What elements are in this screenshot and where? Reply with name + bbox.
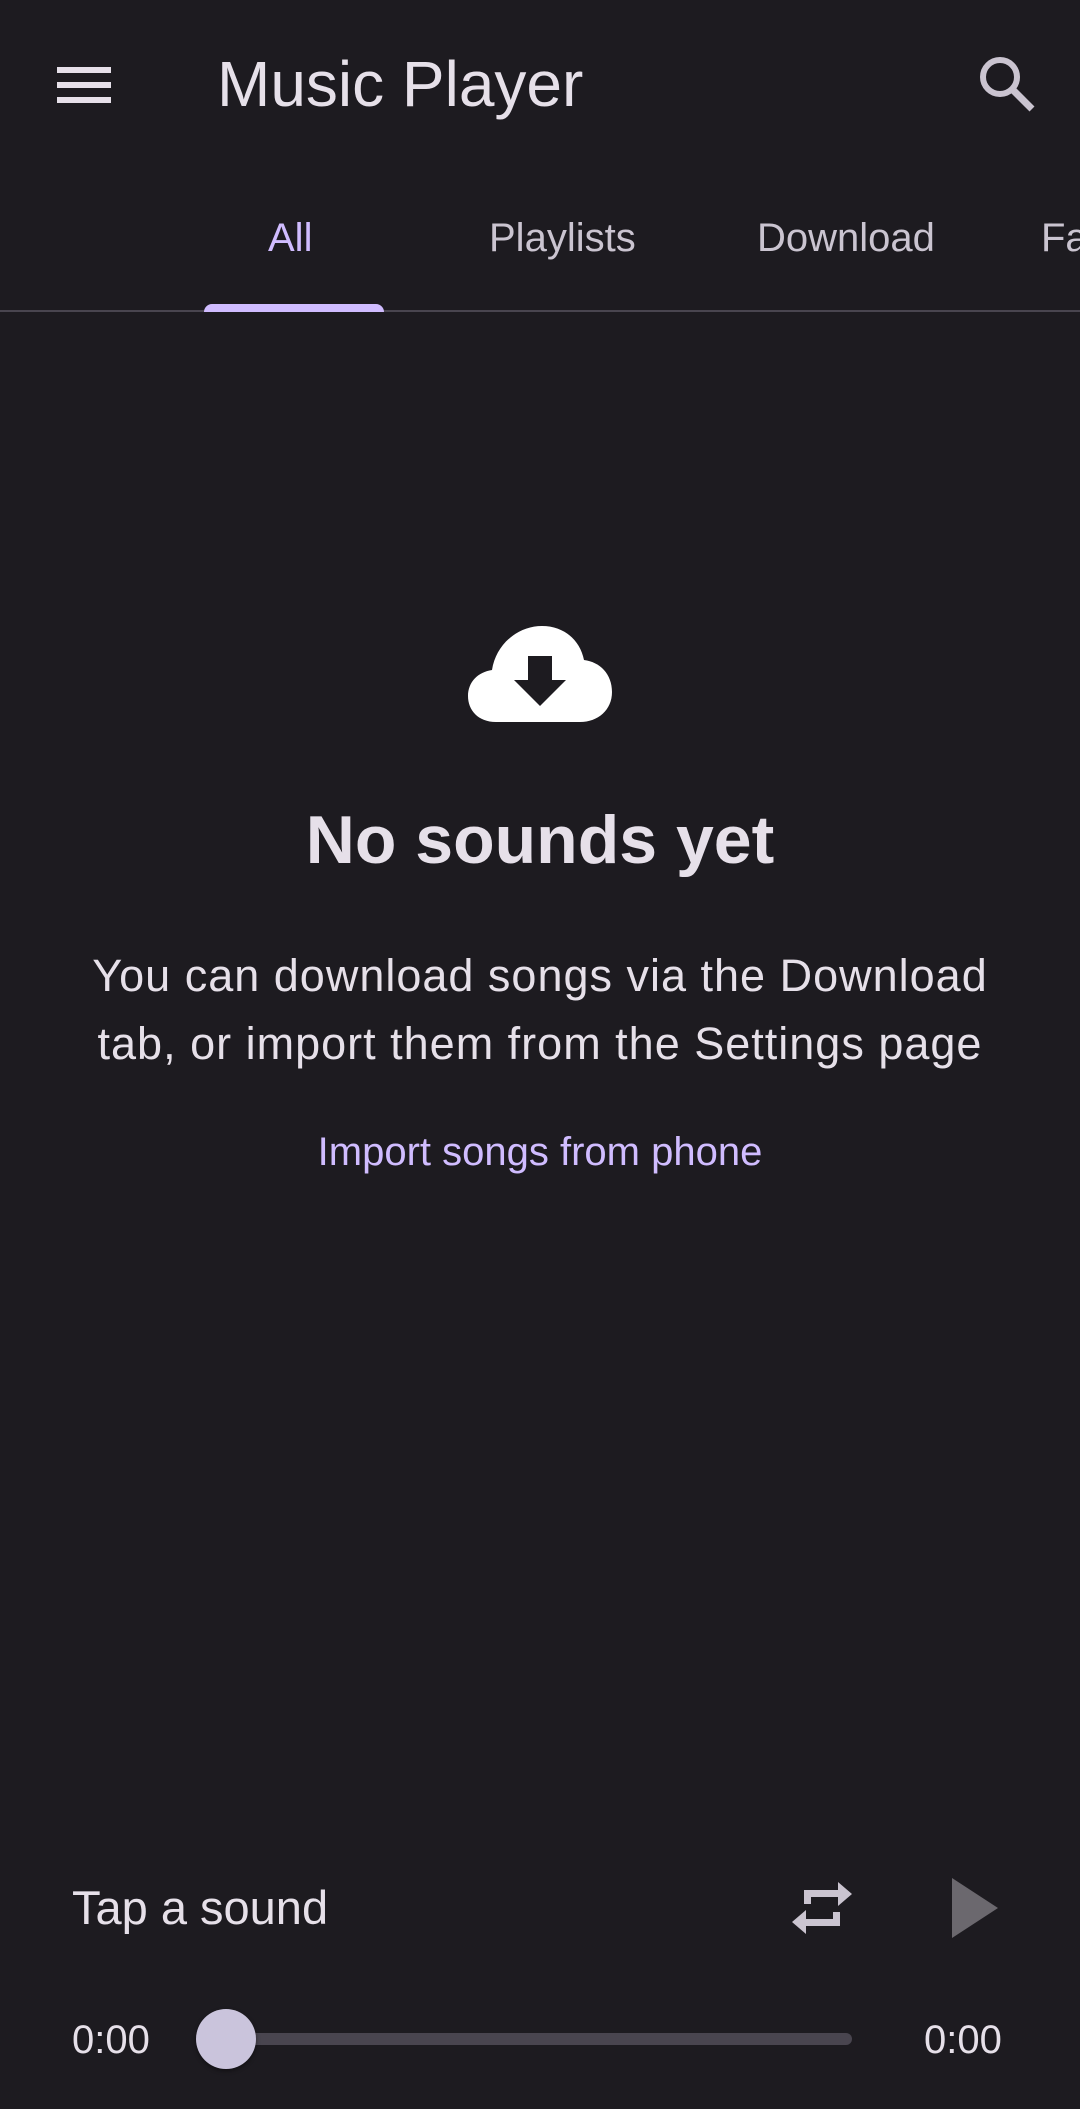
menu-button[interactable]	[40, 45, 128, 125]
tab-favorites[interactable]: Favorites	[1041, 190, 1080, 310]
play-button[interactable]	[932, 1868, 1016, 1948]
tab-download[interactable]: Download	[757, 190, 935, 310]
play-icon	[952, 1878, 998, 1938]
seek-track[interactable]	[226, 2033, 852, 2045]
repeat-button[interactable]	[780, 1870, 864, 1946]
duration-time: 0:00	[924, 2018, 1002, 2062]
top-app-bar: Music Player	[0, 0, 1080, 170]
cloud-download-icon	[468, 626, 612, 722]
now-playing-label: Tap a sound	[72, 1881, 329, 1934]
active-tab-indicator	[204, 304, 384, 312]
app-title: Music Player	[217, 48, 584, 120]
repeat-icon	[792, 1882, 852, 1934]
import-songs-button[interactable]: Import songs from phone	[0, 1122, 1080, 1182]
elapsed-time: 0:00	[72, 2018, 150, 2062]
tab-divider	[0, 310, 1080, 312]
seek-slider[interactable]	[196, 2005, 856, 2073]
tab-all[interactable]: All	[268, 190, 312, 310]
tab-bar: All Playlists Download Favorites	[0, 190, 1080, 312]
seek-thumb[interactable]	[196, 2009, 256, 2069]
tab-playlists[interactable]: Playlists	[489, 190, 636, 310]
empty-state-description: You can download songs via the Download …	[92, 950, 988, 1069]
search-button[interactable]	[966, 44, 1050, 128]
empty-state-heading: No sounds yet	[305, 802, 775, 878]
search-icon	[980, 57, 1035, 112]
